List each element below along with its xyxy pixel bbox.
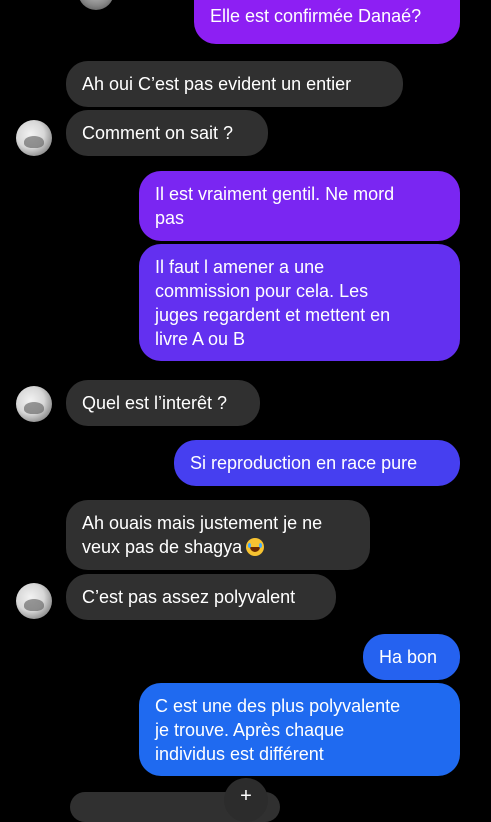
- incoming-message-5[interactable]: C’est pas assez polyvalent: [66, 574, 336, 620]
- contact-avatar: [16, 583, 52, 619]
- message-text: Comment on sait ?: [82, 123, 234, 143]
- message-text: Ah oui C’est pas evident un entier: [82, 74, 352, 94]
- incoming-message-4[interactable]: Ah ouais mais justement je ne veux pas d…: [66, 500, 370, 570]
- message-text: Ha bon: [379, 647, 438, 667]
- outgoing-message-6[interactable]: C est une des plus polyvalente je trouve…: [139, 683, 460, 776]
- contact-avatar-top: [78, 0, 114, 10]
- message-text: Si reproduction en race pure: [190, 453, 418, 473]
- outgoing-message-2[interactable]: Il est vraiment gentil. Ne mord pas: [139, 171, 460, 241]
- message-text: Elle est confirmée Danaé?: [210, 6, 422, 26]
- outgoing-message-1[interactable]: Elle est confirmée Danaé?: [194, 0, 460, 44]
- incoming-message-1[interactable]: Ah oui C’est pas evident un entier: [66, 61, 403, 107]
- outgoing-message-4[interactable]: Si reproduction en race pure: [174, 440, 460, 486]
- outgoing-message-3[interactable]: Il faut l amener a une commission pour c…: [139, 244, 460, 361]
- contact-avatar: [16, 120, 52, 156]
- message-text: Ah ouais mais justement je ne veux pas d…: [82, 511, 322, 559]
- plus-icon[interactable]: +: [224, 778, 268, 822]
- outgoing-message-5[interactable]: Ha bon: [363, 634, 460, 680]
- incoming-message-3[interactable]: Quel est l’interêt ?: [66, 380, 260, 426]
- message-text: Il faut l amener a une commission pour c…: [155, 256, 391, 349]
- message-text-body: Ah ouais mais justement je ne veux pas d…: [82, 513, 323, 557]
- message-text: Quel est l’interêt ?: [82, 393, 228, 413]
- incoming-message-2[interactable]: Comment on sait ?: [66, 110, 268, 156]
- contact-avatar: [16, 386, 52, 422]
- face-with-tears-of-joy-icon: [246, 538, 265, 556]
- message-text: C est une des plus polyvalente je trouve…: [155, 695, 401, 764]
- message-text: C’est pas assez polyvalent: [82, 587, 296, 607]
- message-text: Il est vraiment gentil. Ne mord pas: [155, 184, 395, 228]
